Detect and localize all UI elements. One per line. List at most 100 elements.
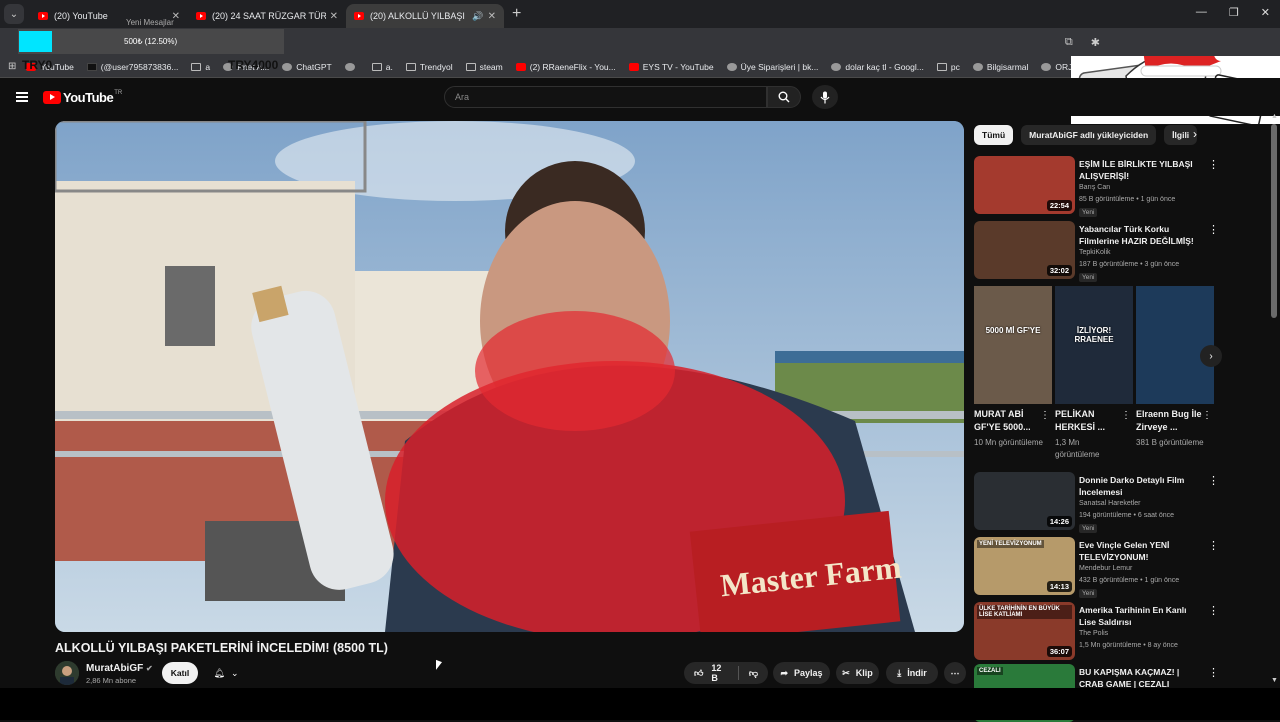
bookmark-item[interactable]: Bilgisarmal xyxy=(972,61,1029,72)
video-thumbnail[interactable]: YENİ TELEVİZYONUM 14:13 xyxy=(974,537,1075,595)
more-vertical-icon[interactable]: ⋮ xyxy=(1208,158,1219,171)
shelf-thumbnail[interactable]: İZLİYOR! RRAENEE xyxy=(1055,286,1133,404)
bookmark-item[interactable]: a. xyxy=(371,62,393,72)
search-icon xyxy=(778,91,790,103)
channel-name[interactable]: MuratAbiGF ✔ xyxy=(86,663,153,674)
video-title[interactable]: EŞİM İLE BİRLİKTE YILBAŞI ALIŞVERİŞİ! xyxy=(1079,158,1203,182)
share-button[interactable]: ➦ Paylaş xyxy=(773,662,830,684)
video-title[interactable]: Amerika Tarihinin En Kanlı Lise Saldırıs… xyxy=(1079,604,1203,628)
bookmark-item[interactable]: steam xyxy=(465,62,503,72)
recommended-video[interactable]: 14:26 Donnie Darko Detaylı Film İncelemes… xyxy=(974,472,1270,533)
bookmark-item[interactable]: pc xyxy=(936,62,960,72)
chip-filter[interactable]: MuratAbiGF adlı yükleyiciden xyxy=(1021,125,1157,145)
join-button[interactable]: Katıl xyxy=(162,662,198,684)
more-vertical-icon[interactable]: ⋮ xyxy=(1208,539,1219,552)
restore-icon[interactable]: ❐ xyxy=(1229,6,1239,19)
subscriber-count: 2,86 Mn abone xyxy=(86,676,137,685)
bookmark-item[interactable]: Üye Siparişleri | bk... xyxy=(726,62,818,72)
filter-chips: Tümü MuratAbiGF adlı yükleyiciden İlgili xyxy=(974,125,1198,145)
close-tab-icon[interactable]: ✕ xyxy=(488,11,496,22)
channel-name[interactable]: TepkiKolik xyxy=(1079,249,1111,256)
thumbnail-text: CEZALI xyxy=(977,667,1003,675)
shelf-item[interactable]: 5000 Mİ GF'YE MURAT ABİ GF'YE 5000... 10 M… xyxy=(974,286,1052,464)
scroll-down-icon[interactable]: ▼ xyxy=(1271,677,1278,684)
clip-button[interactable]: ✂ Klip xyxy=(836,662,879,684)
download-button[interactable]: ⤓ İndir xyxy=(886,662,938,684)
search-button[interactable] xyxy=(767,86,801,108)
notification-button[interactable]: 🔔︎ ⌄ xyxy=(204,662,248,684)
shelf-next-button[interactable]: › xyxy=(1200,345,1222,367)
video-title[interactable]: Eve Vinçle Gelen YENİ TELEVİZYONUM! xyxy=(1079,539,1203,563)
video-title[interactable]: Yabancılar Türk Korku Filmlerine HAZIR D… xyxy=(1079,223,1203,247)
apps-grid-icon[interactable]: ⊞ xyxy=(8,61,16,72)
video-thumbnail[interactable]: 22:54 xyxy=(974,156,1075,214)
tab-turbine-video[interactable]: (20) 24 SAAT RÜZGAR TÜRBİNİ ✕ xyxy=(188,4,346,28)
bookmark-label: Bilgisarmal xyxy=(986,61,1029,72)
overlay-progress-fill xyxy=(19,31,52,52)
more-actions-button[interactable]: ⋯ xyxy=(944,662,966,684)
more-vertical-icon[interactable]: ⋮ xyxy=(1121,410,1131,421)
download-icon: ⤓ xyxy=(897,667,902,678)
more-vertical-icon[interactable]: ⋮ xyxy=(1208,666,1219,679)
bookmark-item[interactable]: (@user795873836... xyxy=(86,62,178,72)
bookmark-item[interactable]: Trendyol xyxy=(405,62,453,72)
thumbnail-text: ÜLKE TARİHİNİN EN BÜYÜK LİSE KATLİAMI xyxy=(977,605,1072,619)
bookmark-item[interactable]: (2) RRaeneFlix - You... xyxy=(515,62,616,72)
more-vertical-icon[interactable]: ⋮ xyxy=(1208,223,1219,236)
video-title[interactable]: Donnie Darko Detaylı Film İncelemesi xyxy=(1079,474,1203,498)
channel-name[interactable]: Sanatsal Hareketler xyxy=(1079,500,1140,507)
shelf-thumbnail[interactable]: 5000 Mİ GF'YE xyxy=(974,286,1052,404)
more-vertical-icon[interactable]: ⋮ xyxy=(1202,410,1212,421)
close-window-icon[interactable]: ✕ xyxy=(1261,6,1270,19)
google-icon xyxy=(831,62,842,71)
shelf-title[interactable]: Elraenn Bug İle Zirveye ... xyxy=(1136,408,1202,434)
bookmark-item[interactable]: a xyxy=(191,62,210,72)
bookmark-item[interactable] xyxy=(344,62,359,72)
new-tab-icon[interactable]: + xyxy=(512,5,521,23)
chevron-down-icon: ⌄ xyxy=(230,667,239,678)
scroll-up-icon[interactable]: ▲ xyxy=(1271,113,1278,120)
dislike-button[interactable]: 👎︎ xyxy=(739,668,768,679)
video-thumbnail[interactable]: ÜLKE TARİHİNİN EN BÜYÜK LİSE KATLİAMI 36:… xyxy=(974,602,1075,660)
speaker-icon[interactable]: 🔊 xyxy=(472,11,483,22)
channel-avatar[interactable] xyxy=(55,661,79,685)
channel-name[interactable]: The Polis xyxy=(1079,630,1108,637)
video-player[interactable]: Master Farm xyxy=(55,121,964,632)
recommended-video[interactable]: ÜLKE TARİHİNİN EN BÜYÜK LİSE KATLİAMI 36:… xyxy=(974,602,1270,660)
video-thumbnail[interactable]: 32:02 xyxy=(974,221,1075,279)
shelf-thumbnail[interactable] xyxy=(1136,286,1214,404)
recommended-video[interactable]: 32:02 Yabancılar Türk Korku Filmlerine HA… xyxy=(974,221,1270,282)
chip-filter[interactable]: Tümü xyxy=(974,125,1014,145)
scrollbar-thumb[interactable] xyxy=(1271,124,1277,318)
video-thumbnail[interactable]: 14:26 xyxy=(974,472,1075,530)
extension-icon[interactable]: ✱ xyxy=(1091,36,1100,49)
chevron-right-icon[interactable]: › xyxy=(1193,127,1197,141)
shelf-item[interactable]: İZLİYOR! RRAENEE PELİKAN HERKESİ ... 1,3 M… xyxy=(1055,286,1133,464)
cast-icon[interactable]: ⧉ xyxy=(1065,36,1073,49)
bookmark-item[interactable]: dolar kaç tl - Googl... xyxy=(831,62,924,72)
bookmark-item[interactable]: ChatGPT xyxy=(282,62,332,72)
tab-current-video[interactable]: (20) ALKOLLÜ YILBAŞI PAKET 🔊 ✕ xyxy=(346,4,504,28)
youtube-logo[interactable]: YouTube TR xyxy=(43,90,122,105)
menu-icon[interactable] xyxy=(16,92,28,102)
recommended-video[interactable]: YENİ TELEVİZYONUM 14:13 Eve Vinçle Gelen Y… xyxy=(974,537,1270,598)
more-vertical-icon[interactable]: ⋮ xyxy=(1208,474,1219,487)
shelf-title[interactable]: MURAT ABİ GF'YE 5000... xyxy=(974,408,1040,434)
close-tab-icon[interactable]: ✕ xyxy=(330,11,338,22)
tab-search-icon[interactable]: ⌄ xyxy=(4,4,24,24)
search-input[interactable]: Ara xyxy=(444,86,767,108)
recommended-video[interactable]: 22:54 EŞİM İLE BİRLİKTE YILBAŞI ALIŞVERİŞ… xyxy=(974,156,1270,217)
like-button[interactable]: 👍︎ 12 B xyxy=(684,663,739,683)
video-title[interactable]: BU KAPIŞMA KAÇMAZ! | CRAB GAME | CEZALI xyxy=(1079,666,1203,690)
shelf-item[interactable]: Elraenn Bug İle Zirveye ... 381 B görüntü… xyxy=(1136,286,1214,464)
channel-name[interactable]: Mendebur Lemur xyxy=(1079,565,1132,572)
more-vertical-icon[interactable]: ⋮ xyxy=(1040,410,1050,421)
voice-search-button[interactable] xyxy=(812,85,838,109)
bookmark-item[interactable]: EYS TV - YouTube xyxy=(628,62,714,72)
minimize-icon[interactable]: — xyxy=(1196,6,1207,19)
more-vertical-icon[interactable]: ⋮ xyxy=(1208,604,1219,617)
tab-title: (20) 24 SAAT RÜZGAR TÜRBİNİ xyxy=(212,11,326,21)
shelf-title[interactable]: PELİKAN HERKESİ ... xyxy=(1055,408,1121,434)
shelf-views: 1,3 Mn görüntüleme xyxy=(1055,438,1100,459)
channel-name[interactable]: Barış Can xyxy=(1079,184,1110,191)
